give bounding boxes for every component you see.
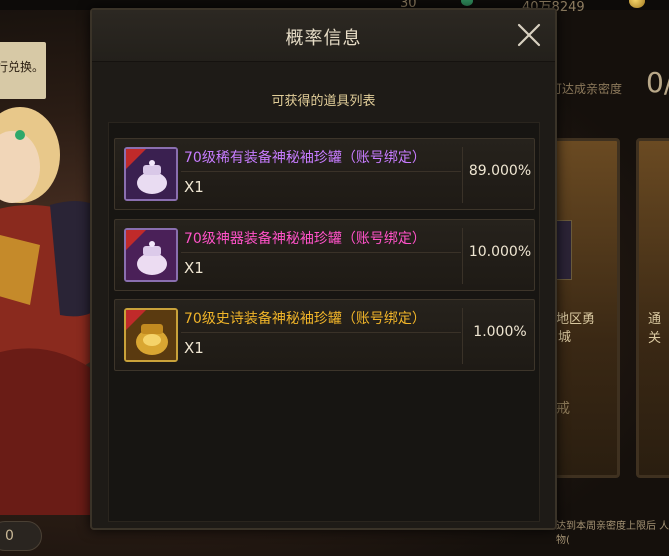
column-divider [462, 147, 463, 203]
list-item[interactable]: 70级史诗装备神秘袖珍罐（账号绑定） X1 1.000% [114, 299, 535, 371]
item-quantity: X1 [184, 259, 204, 277]
dialog-title: 概率信息 [285, 28, 362, 49]
item-icon[interactable] [124, 308, 178, 362]
coin-icon [629, 0, 645, 8]
row-divider [181, 252, 461, 253]
card-label: 通关 [648, 312, 662, 346]
item-probability: 89.000% [468, 163, 532, 179]
gem-icon [461, 0, 473, 6]
item-icon[interactable] [124, 228, 178, 282]
row-divider [181, 171, 461, 172]
item-quantity: X1 [184, 178, 204, 196]
column-divider [462, 308, 463, 364]
item-list: 70级稀有装备神秘袖珍罐（账号绑定） X1 89.000% 70级神器装备神秘袖… [108, 122, 540, 522]
dialog-header: 概率信息 [92, 10, 555, 62]
list-item[interactable]: 70级稀有装备神秘袖珍罐（账号绑定） X1 89.000% [114, 138, 535, 210]
item-name: 70级史诗装备神秘袖珍罐（账号绑定） [184, 311, 426, 327]
row-divider [181, 332, 461, 333]
count-pill[interactable]: 0 [0, 521, 42, 551]
list-subtitle: 可获得的道具列表 [271, 94, 376, 109]
jar-icon [126, 149, 176, 199]
jar-icon [126, 230, 176, 280]
item-probability: 10.000% [468, 244, 532, 260]
jar-icon [126, 310, 176, 360]
item-probability: 1.000% [473, 324, 527, 340]
item-icon[interactable] [124, 147, 178, 201]
intimacy-value: 0/ [646, 66, 669, 99]
hint-box: 行兑换。 [0, 42, 46, 99]
card-label: 戒 [556, 401, 570, 417]
card-label: 城 [558, 330, 572, 345]
item-name: 70级神器装备神秘袖珍罐（账号绑定） [184, 231, 426, 247]
close-icon [517, 23, 541, 47]
probability-dialog: 概率信息 可获得的道具列表 70级稀有装备神秘袖珍罐（账号绑定） X1 89.0… [90, 8, 557, 530]
item-name: 70级稀有装备神秘袖珍罐（账号绑定） [184, 150, 426, 166]
item-quantity: X1 [184, 339, 204, 357]
close-button[interactable] [516, 22, 542, 48]
list-item[interactable]: 70级神器装备神秘袖珍罐（账号绑定） X1 10.000% [114, 219, 535, 291]
column-divider [462, 228, 463, 284]
card-label: 地区勇 [556, 312, 596, 327]
weekly-limit-note: 达到本周亲密度上限后 人物( [556, 521, 669, 546]
